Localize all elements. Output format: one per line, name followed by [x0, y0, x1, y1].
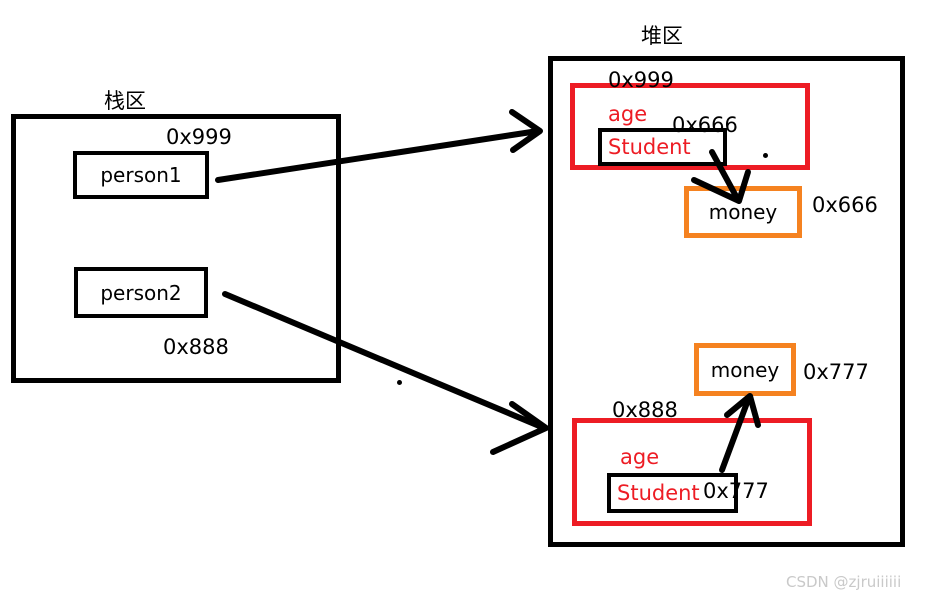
diagram-canvas: 栈区 0x999 person1 person2 0x888 堆区 0x999 … [0, 0, 933, 607]
heap-object-0x888-type-label: Student [617, 481, 700, 505]
heap-money-block-0x777[interactable]: money [694, 343, 796, 396]
heap-object-0x999-pointer-value: 0x666 [672, 113, 738, 137]
heap-money-block-0x777-label: money [710, 357, 780, 382]
heap-object-0x999-type-label: Student [608, 135, 691, 159]
stack-variable-person2[interactable]: person2 [74, 267, 208, 318]
heap-object-0x999-field-age: age [608, 102, 648, 126]
heap-money-block-0x666-label: money [708, 200, 778, 224]
stack-address-person1: 0x999 [166, 125, 232, 149]
stack-variable-person1[interactable]: person1 [73, 151, 209, 199]
stray-dot-lower [397, 380, 402, 385]
stack-region-title: 栈区 [104, 89, 146, 113]
stack-address-person2: 0x888 [163, 335, 229, 359]
stack-variable-person1-label: person1 [100, 163, 182, 187]
heap-object-0x888-pointer-value: 0x777 [703, 479, 769, 503]
heap-region-title: 堆区 [641, 24, 683, 48]
heap-object-0x888-field-age: age [620, 445, 660, 469]
heap-money-block-0x666-address: 0x666 [812, 193, 878, 217]
heap-stray-dot-upper [763, 153, 768, 158]
heap-money-block-0x666[interactable]: money [684, 186, 802, 238]
heap-object-0x888-address: 0x888 [612, 398, 678, 422]
heap-money-block-0x777-address: 0x777 [803, 360, 869, 384]
heap-object-0x999-address: 0x999 [608, 68, 674, 92]
stack-variable-person2-label: person2 [100, 280, 182, 305]
csdn-watermark: CSDN @zjruiiiiii [786, 573, 902, 591]
